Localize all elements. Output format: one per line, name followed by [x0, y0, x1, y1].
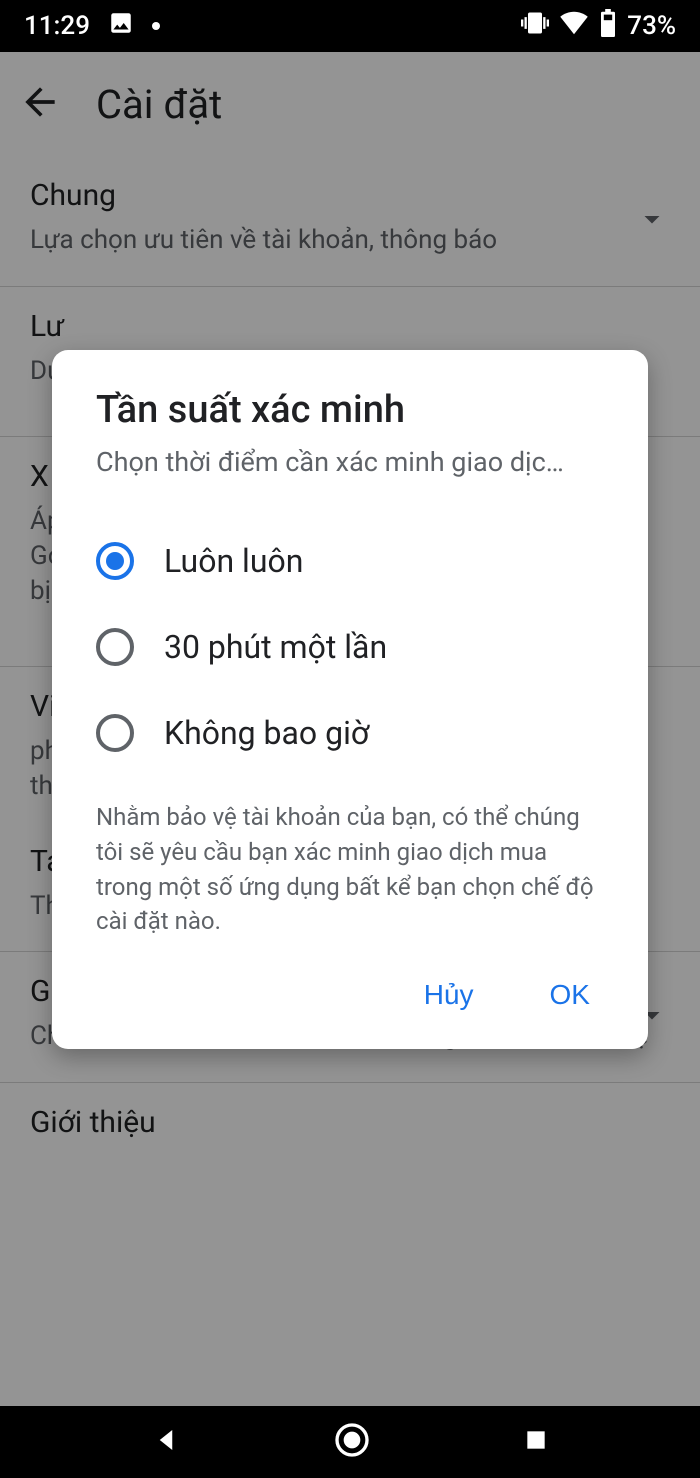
wifi-icon	[559, 8, 589, 45]
radio-option-always[interactable]: Luôn luôn	[96, 518, 604, 604]
dialog-subtitle: Chọn thời điểm cần xác minh giao dịc…	[96, 446, 604, 478]
battery-percent: 73%	[627, 11, 676, 41]
ok-button[interactable]: OK	[544, 969, 596, 1021]
vibrate-icon	[521, 9, 549, 44]
radio-icon	[96, 714, 134, 752]
dialog-title: Tần suất xác minh	[96, 388, 604, 432]
radio-label: 30 phút một lần	[164, 628, 387, 666]
nav-home-button[interactable]	[332, 1420, 372, 1464]
radio-label: Luôn luôn	[164, 542, 303, 580]
status-bar: 11:29 73%	[0, 0, 700, 52]
dialog-note: Nhằm bảo vệ tài khoản của bạn, có thể ch…	[96, 800, 604, 939]
verification-frequency-dialog: Tần suất xác minh Chọn thời điểm cần xác…	[52, 350, 648, 1049]
status-time: 11:29	[24, 11, 90, 41]
radio-label: Không bao giờ	[164, 714, 369, 752]
radio-option-30min[interactable]: 30 phút một lần	[96, 604, 604, 690]
radio-icon	[96, 628, 134, 666]
image-icon	[108, 10, 134, 43]
notification-dot-icon	[152, 22, 160, 30]
nav-back-button[interactable]	[151, 1425, 181, 1459]
cancel-button[interactable]: Hủy	[418, 969, 480, 1021]
dialog-actions: Hủy OK	[96, 955, 604, 1027]
radio-option-never[interactable]: Không bao giờ	[96, 690, 604, 776]
navigation-bar	[0, 1406, 700, 1478]
nav-recent-button[interactable]	[523, 1427, 549, 1457]
battery-icon	[599, 9, 617, 44]
radio-icon	[96, 542, 134, 580]
